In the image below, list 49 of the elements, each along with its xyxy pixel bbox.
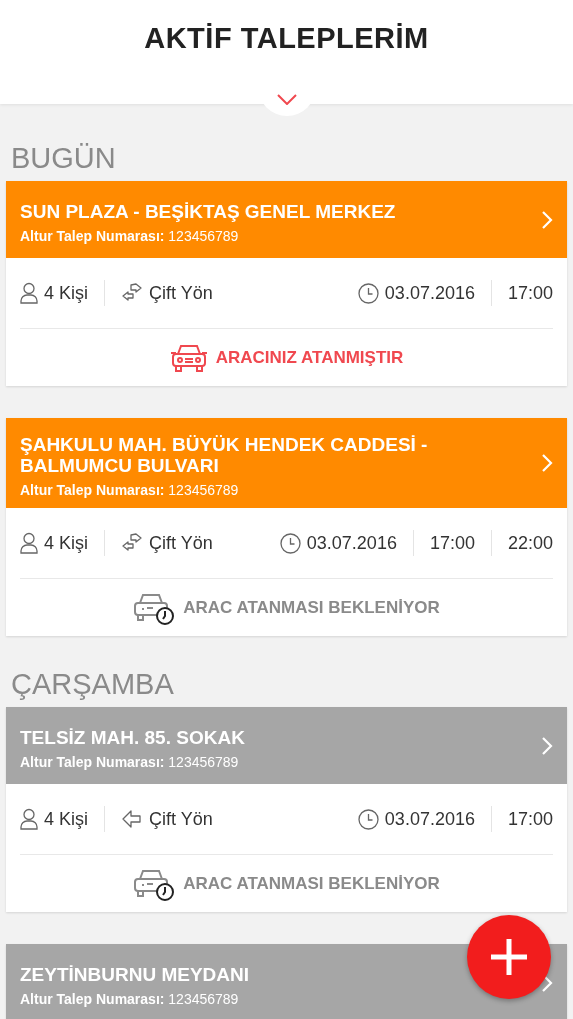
direction-text: Çift Yön	[149, 532, 213, 554]
people-count: 4 Kişi	[44, 282, 88, 304]
status-text: ARACINIZ ATANMIŞTIR	[215, 347, 404, 368]
date-text: 03.07.2016	[384, 282, 475, 304]
people-count: 4 Kişi	[44, 808, 88, 830]
add-button[interactable]	[467, 915, 551, 999]
time-text: 22:00	[507, 532, 553, 554]
request-number: Altur Talep Numarası: 123456789	[20, 228, 240, 244]
chevron-down-icon	[276, 93, 297, 105]
person-icon	[20, 532, 38, 554]
request-number: Altur Talep Numarası: 123456789	[20, 754, 240, 770]
request-number: Altur Talep Numarası: 123456789	[20, 991, 240, 1007]
destination-text: SUN PLAZA - BEŞİKTAŞ GENEL MERKEZ	[20, 201, 397, 222]
plus-icon	[489, 937, 529, 977]
direction-text: Çift Yön	[149, 282, 213, 304]
left-arrow-icon	[121, 809, 143, 829]
clock-icon	[279, 532, 301, 554]
request-header[interactable]: ŞAHKULU MAH. BÜYÜK HENDEK CADDESİ - BALMUMCU BULVARI Altur Talep Numarası: 123456789	[6, 418, 567, 508]
request-header[interactable]: TELSİZ MAH. 85. SOKAK Altur Talep Numarası: 123456789	[6, 707, 567, 784]
person-icon	[20, 808, 38, 830]
request-header[interactable]: ZEYTİNBURNU MEYDANI Altur Talep Numarası: 123456789	[6, 944, 567, 1019]
two-way-arrows-icon	[121, 533, 143, 553]
page-title: AKTİF TALEPLERİM	[144, 22, 429, 55]
chevron-right-icon	[541, 209, 553, 230]
status-text: ARAC ATANMASI BEKLENİYOR	[183, 597, 440, 618]
time-text: 17:00	[429, 532, 475, 554]
date-text: 03.07.2016	[306, 532, 397, 554]
request-number: Altur Talep Numarası: 123456789	[20, 482, 240, 498]
destination-text: ŞAHKULU MAH. BÜYÜK HENDEK CADDESİ - BALMUMCU BULVARI	[20, 434, 429, 476]
clock-icon	[357, 282, 379, 304]
two-way-arrows-icon	[121, 283, 143, 303]
request-card[interactable]: ŞAHKULU MAH. BÜYÜK HENDEK CADDESİ - BALMUMCU BULVARI Altur Talep Numarası: 123456789 4 Kişi Çift Yön 03.07.2016 17:00 22:00 ARAC ATANMASI BEKLENİYOR	[6, 418, 567, 636]
day-heading: ÇARŞAMBA	[11, 668, 175, 701]
date-text: 03.07.2016	[384, 808, 475, 830]
time-text: 17:00	[507, 808, 553, 830]
people-count: 4 Kişi	[44, 532, 88, 554]
request-card[interactable]: TELSİZ MAH. 85. SOKAK Altur Talep Numarası: 123456789 4 Kişi Çift Yön 03.07.2016 17:00 ARAC ATANMASI BEKLENİYOR	[6, 707, 567, 912]
time-text: 17:00	[507, 282, 553, 304]
direction-text: Çift Yön	[149, 808, 213, 830]
request-card[interactable]: SUN PLAZA - BEŞİKTAŞ GENEL MERKEZ Altur Talep Numarası: 123456789 4 Kişi Çift Yön 03.07.2016 17:00 ARACINIZ ATANMIŞTIR	[6, 181, 567, 386]
chevron-right-icon	[541, 735, 553, 756]
chevron-right-icon	[541, 453, 553, 473]
request-header[interactable]: SUN PLAZA - BEŞİKTAŞ GENEL MERKEZ Altur Talep Numarası: 123456789	[6, 181, 567, 258]
day-heading: BUGÜN	[11, 142, 117, 175]
destination-text: TELSİZ MAH. 85. SOKAK	[20, 727, 246, 748]
status-text: ARAC ATANMASI BEKLENİYOR	[183, 873, 440, 894]
clock-icon	[357, 808, 379, 830]
destination-text: ZEYTİNBURNU MEYDANI	[20, 964, 251, 985]
person-icon	[20, 282, 38, 304]
